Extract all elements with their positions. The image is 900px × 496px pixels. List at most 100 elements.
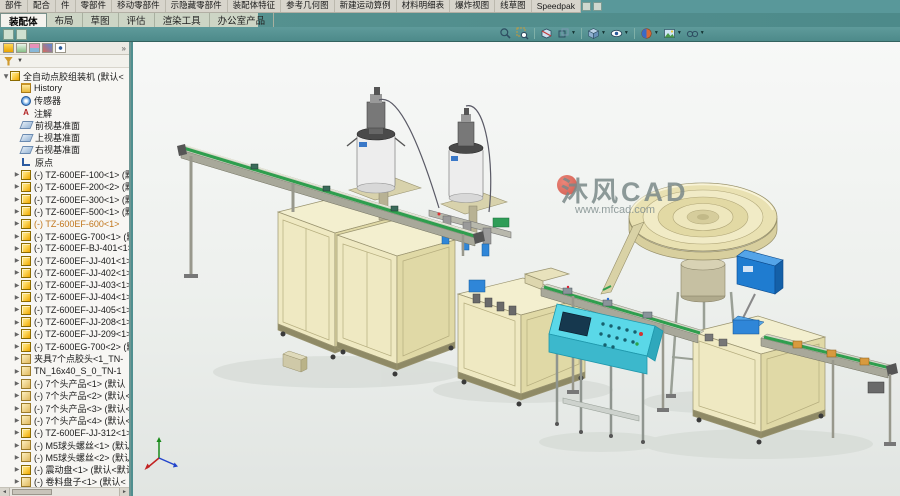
tree-item-29[interactable]: (-) TZ-600EF-JJ-312<1> (0, 427, 129, 439)
tree-expander-icon[interactable] (13, 233, 21, 240)
3d-viewport[interactable]: 沐风CAD www.mfcad.com (133, 42, 900, 496)
tree-expander-icon[interactable] (13, 331, 21, 338)
tree-item-12[interactable]: (-) TZ-600EF-600<1> (0, 218, 129, 230)
tree-item-13[interactable]: (-) TZ-600EG-700<1> (默 (0, 230, 129, 242)
tree-item-23[interactable]: 夹具7个点胶头<1_TN- (0, 353, 129, 365)
tree-item-18[interactable]: (-) TZ-600EF-JJ-404<1> (0, 291, 129, 303)
toolbar-button-1[interactable]: 配合 (28, 0, 56, 12)
panel-mini-button-1[interactable] (3, 29, 14, 40)
tree-item-15[interactable]: (-) TZ-600EF-JJ-401<1> (0, 254, 129, 266)
tree-expander-icon[interactable] (13, 442, 21, 449)
tree-expander-icon[interactable] (13, 183, 21, 190)
filter-caret-icon[interactable]: ▼ (17, 58, 23, 64)
tree-item-9[interactable]: (-) TZ-600EF-200<2> (默 (0, 181, 129, 193)
zoom-fit-icon[interactable] (498, 26, 513, 41)
tree-item-0[interactable]: 全自动点胶组装机 (默认< (0, 70, 129, 82)
tree-item-7[interactable]: 原点 (0, 156, 129, 168)
tree-item-17[interactable]: (-) TZ-600EF-JJ-403<1> (0, 279, 129, 291)
tree-item-31[interactable]: (-) M5球头螺丝<2> (默认 (0, 451, 129, 463)
ribbon-tab-3[interactable]: 评估 (119, 13, 155, 27)
tree-expander-icon[interactable] (13, 405, 21, 412)
section-view-icon[interactable] (539, 26, 554, 41)
panel-collapse-icon[interactable]: » (122, 44, 126, 53)
toolbar-button-2[interactable]: 件 (56, 0, 76, 12)
toolbar-button-7[interactable]: 参考几何图 (281, 0, 335, 12)
panel-tab-propertymanager[interactable] (16, 43, 27, 53)
edit-appearance-icon[interactable]: ▼ (639, 26, 660, 41)
tree-expander-icon[interactable] (13, 306, 21, 313)
tree-expander-icon[interactable] (13, 257, 21, 264)
tree-item-19[interactable]: (-) TZ-600EF-JJ-405<1> (0, 304, 129, 316)
view-settings-icon[interactable]: ▼ (685, 26, 706, 41)
tree-expander-icon[interactable] (13, 392, 21, 399)
tree-expander-icon[interactable] (13, 466, 21, 473)
tree-expander-icon[interactable] (13, 282, 21, 289)
tree-expander-icon[interactable] (13, 343, 21, 350)
tree-item-24[interactable]: TN_16x40_S_0_TN-1 (0, 365, 129, 377)
tree-item-11[interactable]: (-) TZ-600EF-500<1> (默 (0, 205, 129, 217)
ribbon-tab-4[interactable]: 渲染工具 (155, 13, 210, 27)
zoom-area-icon[interactable] (515, 26, 530, 41)
panel-tab-dimxpertmanager[interactable] (42, 43, 53, 53)
tree-item-33[interactable]: (-) 卷料盘子<1> (默认< (0, 476, 129, 487)
tree-item-6[interactable]: 右视基准面 (0, 144, 129, 156)
tree-item-2[interactable]: 传感器 (0, 95, 129, 107)
tree-item-4[interactable]: 前视基准面 (0, 119, 129, 131)
panel-tab-displaymanager[interactable] (55, 43, 66, 53)
toolbar-button-3[interactable]: 零部件 (76, 0, 113, 12)
scroll-left-arrow[interactable]: ◄ (0, 488, 10, 496)
tree-expander-icon[interactable] (13, 429, 21, 436)
tree-item-10[interactable]: (-) TZ-600EF-300<1> (默 (0, 193, 129, 205)
tree-expander-icon[interactable] (13, 478, 21, 485)
view-orientation-icon[interactable]: ▼ (556, 26, 577, 41)
panel-tab-configurationmanager[interactable] (29, 43, 40, 53)
tree-item-30[interactable]: (-) M5球头螺丝<1> (默认 (0, 439, 129, 451)
apply-scene-icon[interactable]: ▼ (662, 26, 683, 41)
toolbar-button-8[interactable]: 新建运动算例 (335, 0, 397, 12)
tree-item-1[interactable]: History (0, 82, 129, 94)
scroll-right-arrow[interactable]: ► (119, 488, 129, 496)
tree-item-5[interactable]: 上视基准面 (0, 131, 129, 143)
tree-item-28[interactable]: (-) 7个头产品<4> (默认< (0, 414, 129, 426)
toolbar-button-12[interactable]: Speedpak (532, 0, 581, 12)
tree-expander-icon[interactable] (13, 245, 21, 252)
tree-expander-icon[interactable] (13, 380, 21, 387)
tree-expander-icon[interactable] (13, 294, 21, 301)
tree-item-16[interactable]: (-) TZ-600EF-JJ-402<1> (0, 267, 129, 279)
toolbar-button-10[interactable]: 爆炸视图 (450, 0, 495, 12)
tree-expander-icon[interactable] (3, 72, 10, 80)
tree-item-32[interactable]: (-) 震动盘<1> (默认<默认 (0, 464, 129, 476)
tree-expander-icon[interactable] (13, 220, 21, 227)
tree-expander-icon[interactable] (13, 417, 21, 424)
tree-item-21[interactable]: (-) TZ-600EF-JJ-209<1> (0, 328, 129, 340)
panel-mini-button-2[interactable] (16, 29, 27, 40)
filter-funnel-icon[interactable] (4, 57, 13, 66)
tree-expander-icon[interactable] (13, 355, 21, 362)
toolbar-extra-button[interactable] (582, 2, 591, 11)
tree-item-27[interactable]: (-) 7个头产品<3> (默认< (0, 402, 129, 414)
ribbon-tab-2[interactable]: 草图 (83, 13, 119, 27)
toolbar-extra-button2[interactable] (593, 2, 602, 11)
tree-expander-icon[interactable] (13, 196, 21, 203)
tree-item-26[interactable]: (-) 7个头产品<2> (默认< (0, 390, 129, 402)
tree-expander-icon[interactable] (13, 171, 21, 178)
hide-show-items-icon[interactable]: ▼ (609, 26, 630, 41)
tree-expander-icon[interactable] (13, 269, 21, 276)
ribbon-tab-0[interactable]: 装配体 (0, 13, 47, 27)
tree-item-3[interactable]: A注解 (0, 107, 129, 119)
panel-tab-featuremanager[interactable] (3, 43, 14, 53)
toolbar-button-5[interactable]: 示隐藏零部件 (166, 0, 228, 12)
toolbar-button-9[interactable]: 材料明细表 (397, 0, 451, 12)
panel-horizontal-scrollbar[interactable]: ◄ ► (0, 487, 129, 496)
toolbar-button-6[interactable]: 装配体特征 (228, 0, 282, 12)
tree-item-25[interactable]: (-) 7个头产品<1> (默认 (0, 377, 129, 389)
ribbon-tab-5[interactable]: 办公室产品 (210, 13, 275, 27)
display-style-icon[interactable]: ▼ (586, 26, 607, 41)
toolbar-button-4[interactable]: 移动零部件 (112, 0, 166, 12)
toolbar-button-0[interactable]: 部件 (0, 0, 28, 12)
toolbar-button-11[interactable]: 线草图 (495, 0, 532, 12)
tree-expander-icon[interactable] (13, 208, 21, 215)
tree-expander-icon[interactable] (13, 454, 21, 461)
tree-item-20[interactable]: (-) TZ-600EF-JJ-208<1> (0, 316, 129, 328)
tree-item-14[interactable]: (-) TZ-600EF-BJ-401<1> (0, 242, 129, 254)
